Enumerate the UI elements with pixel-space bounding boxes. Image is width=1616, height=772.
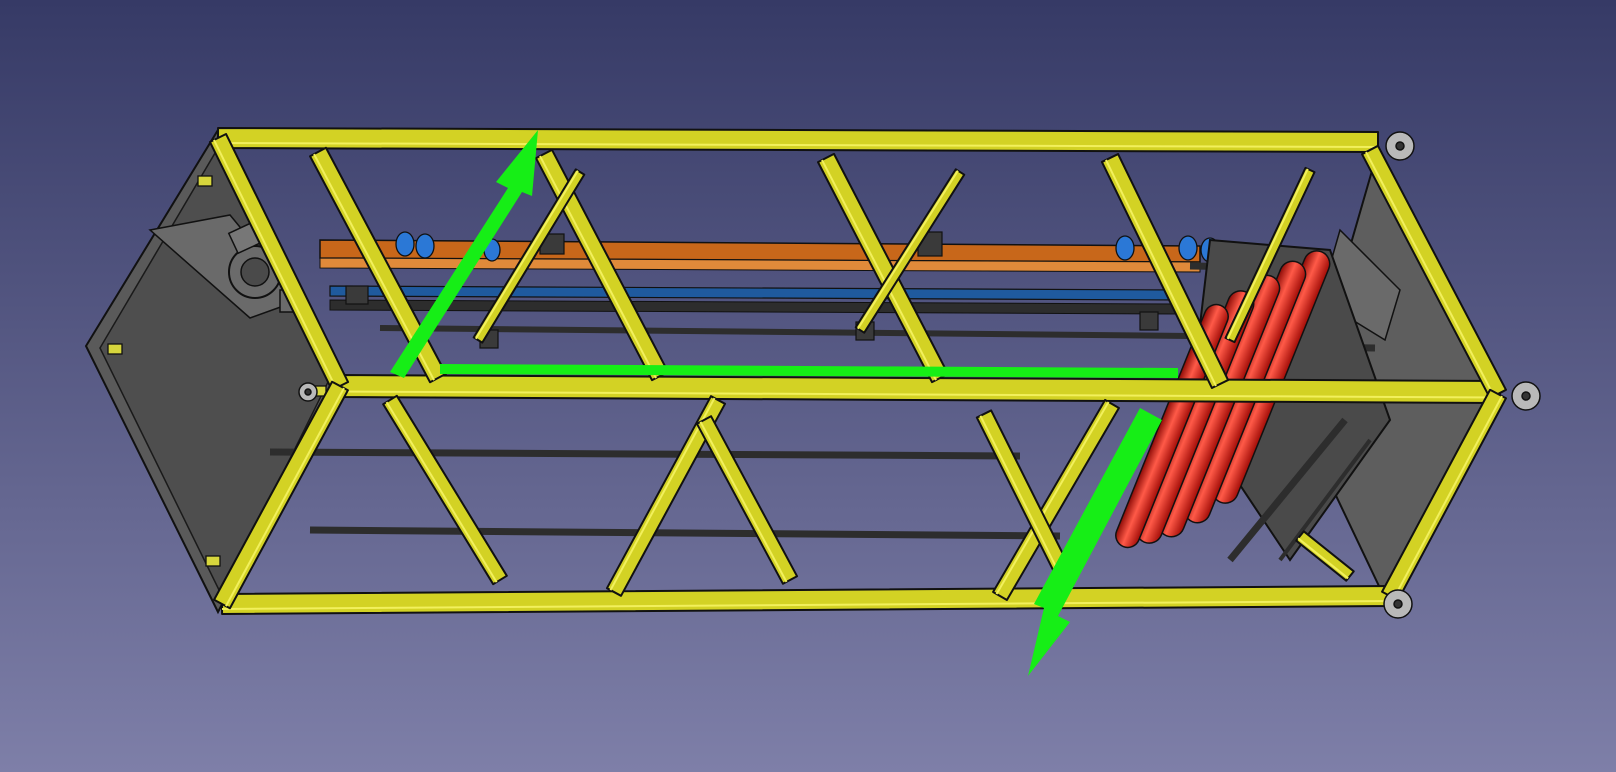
frame-beam bbox=[216, 127, 1380, 153]
cad-model-scene[interactable] bbox=[0, 0, 1616, 772]
frame-beam bbox=[338, 374, 1502, 404]
cad-3d-viewport[interactable] bbox=[0, 0, 1616, 772]
